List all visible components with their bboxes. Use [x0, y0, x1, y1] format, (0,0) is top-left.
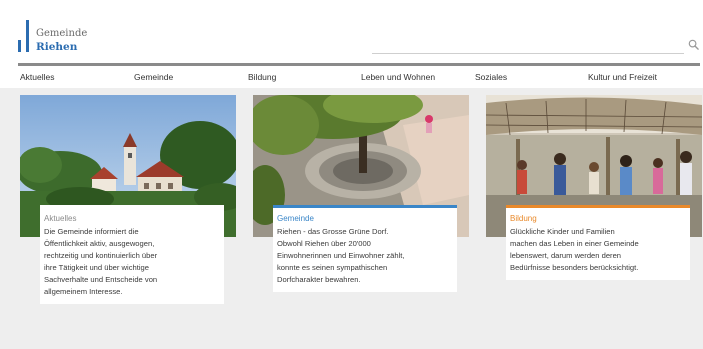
card-aktuelles[interactable]: Aktuelles Die Gemeinde informiert die Öf…: [20, 95, 236, 310]
card-description-line: ihre Tätigkeit und über wichtige: [44, 263, 149, 272]
main-nav: Aktuelles Gemeinde Bildung Leben und Woh…: [18, 70, 700, 86]
card-description-line: rechtzeitig und kontinuierlich über: [44, 251, 158, 260]
card-description-line: Glückliche Kinder und Familien: [510, 227, 615, 236]
search-input[interactable]: [372, 38, 684, 54]
card-category-label: Bildung: [510, 214, 537, 223]
logo-text-gemeinde: Gemeinde: [36, 28, 88, 39]
card-category-label: Gemeinde: [277, 214, 314, 223]
card-description-line: Riehen - das Grosse Grüne Dorf.: [277, 227, 389, 236]
card-description-line: lebenswert, darum werden deren: [510, 251, 622, 260]
card-gemeinde-text: Gemeinde Riehen - das Grosse Grüne Dorf.…: [273, 205, 457, 292]
card-description-line: Bedürfnisse besonders berücksichtigt.: [510, 263, 639, 272]
nav-item-kultur-und-freizeit[interactable]: Kultur und Freizeit: [588, 72, 657, 82]
content-area: Aktuelles Die Gemeinde informiert die Öf…: [0, 88, 703, 349]
search-icon[interactable]: [688, 39, 699, 50]
card-gemeinde[interactable]: Gemeinde Riehen - das Grosse Grüne Dorf.…: [253, 95, 469, 310]
nav-item-aktuelles[interactable]: Aktuelles: [20, 72, 55, 82]
card-description-line: Die Gemeinde informiert die: [44, 227, 139, 236]
card-description-line: machen das Leben in einer Gemeinde: [510, 239, 639, 248]
nav-item-soziales[interactable]: Soziales: [475, 72, 507, 82]
header: Gemeinde Riehen: [0, 0, 703, 66]
card-category-label: Aktuelles: [44, 214, 77, 223]
card-bildung[interactable]: Bildung Glückliche Kinder und Familien m…: [486, 95, 702, 310]
card-description: Die Gemeinde informiert die Öffentlichke…: [44, 226, 220, 298]
nav-item-gemeinde[interactable]: Gemeinde: [134, 72, 173, 82]
nav-item-bildung[interactable]: Bildung: [248, 72, 276, 82]
card-description-line: Dorfcharakter bewahren.: [277, 275, 361, 284]
card-description: Riehen - das Grosse Grüne Dorf. Obwohl R…: [277, 226, 453, 286]
header-divider: [18, 63, 700, 66]
logo-bar-tall: [26, 20, 29, 52]
card-description-line: allgemeinem Interesse.: [44, 287, 123, 296]
gemeinde-riehen-logo[interactable]: Gemeinde Riehen: [18, 18, 108, 60]
logo-text-riehen: Riehen: [36, 41, 78, 53]
logo-bar-short: [18, 40, 21, 52]
card-description-line: konnte es seinen sympathischen: [277, 263, 388, 272]
nav-item-leben-und-wohnen[interactable]: Leben und Wohnen: [361, 72, 435, 82]
card-description-line: Sachverhalte und Entscheide von: [44, 275, 158, 284]
page: Gemeinde Riehen Aktuelles Gemeinde Bildu…: [0, 0, 703, 349]
card-description: Glückliche Kinder und Familien machen da…: [510, 226, 686, 274]
card-description-line: Einwohnerinnen und Einwohner zählt,: [277, 251, 405, 260]
card-aktuelles-text: Aktuelles Die Gemeinde informiert die Öf…: [40, 205, 224, 304]
card-description-line: Öffentlichkeit aktiv, ausgewogen,: [44, 239, 155, 248]
card-bildung-text: Bildung Glückliche Kinder und Familien m…: [506, 205, 690, 280]
card-description-line: Obwohl Riehen über 20'000: [277, 239, 371, 248]
